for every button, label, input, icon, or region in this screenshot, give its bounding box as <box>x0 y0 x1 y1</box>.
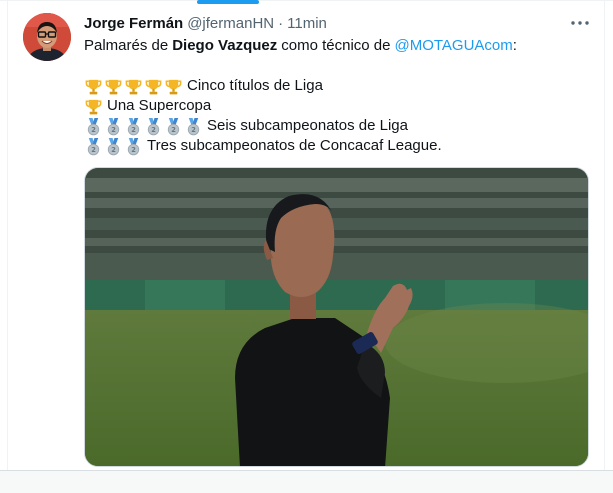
timeline-left-border <box>7 0 8 470</box>
second-place-medal-icon: 2 <box>104 117 123 136</box>
emoji-row <box>84 96 104 116</box>
second-place-medal-icon: 2 <box>164 117 183 136</box>
more-options-button[interactable] <box>566 12 594 34</box>
header-separator: · <box>278 15 284 32</box>
achievement-text: Una Supercopa <box>107 97 212 114</box>
timeline-new-tweets-indicator <box>197 0 259 4</box>
second-place-medal-icon: 2 <box>144 117 163 136</box>
timeline-right-border <box>604 0 605 470</box>
mention-link[interactable]: @MOTAGUAcom <box>394 36 512 56</box>
trophy-icon <box>164 77 183 96</box>
second-place-medal-icon: 2 <box>124 117 143 136</box>
second-place-medal-icon: 2 <box>84 117 103 136</box>
trophy-icon <box>104 77 123 96</box>
svg-text:2: 2 <box>131 145 136 153</box>
intro-text-after: : <box>512 37 517 54</box>
tweet-intro-line: Palmarés de Diego Vazquez como técnico d… <box>84 36 594 56</box>
tweet-timestamp[interactable]: 11min <box>287 14 327 34</box>
author-avatar[interactable] <box>23 13 71 61</box>
author-handle[interactable]: @jfermanHN <box>187 14 274 34</box>
trophy-icon <box>84 77 103 96</box>
svg-text:2: 2 <box>131 125 136 133</box>
more-dots-icon <box>571 21 589 25</box>
intro-name: Diego Vazquez <box>172 37 278 54</box>
svg-text:2: 2 <box>191 125 196 133</box>
avatar-photo <box>23 13 71 61</box>
svg-text:2: 2 <box>91 125 96 133</box>
emoji-row: 2 2 2 2 2 2 <box>84 116 204 136</box>
svg-text:2: 2 <box>91 145 96 153</box>
tweet-media-photo[interactable] <box>84 167 589 467</box>
tweet-header: Jorge Fermán @jfermanHN · 11min <box>84 14 327 34</box>
svg-text:2: 2 <box>111 125 116 133</box>
achievement-text: Seis subcampeonatos de Liga <box>207 117 408 134</box>
achievement-line-1: Cinco títulos de Liga <box>84 76 594 96</box>
trophy-icon <box>124 77 143 96</box>
second-place-medal-icon: 2 <box>104 137 123 156</box>
author-name[interactable]: Jorge Fermán <box>84 14 183 34</box>
emoji-row <box>84 76 184 96</box>
achievement-line-4: 2 2 2 Tres subcampeonatos de Concacaf Leag… <box>84 136 594 156</box>
achievement-text: Cinco títulos de Liga <box>187 77 323 94</box>
trophy-icon <box>84 97 103 116</box>
second-place-medal-icon: 2 <box>124 137 143 156</box>
intro-text-before: Palmarés de <box>84 37 169 54</box>
second-place-medal-icon: 2 <box>84 137 103 156</box>
tweet-text: Palmarés de Diego Vazquez como técnico d… <box>84 36 594 156</box>
coach-photo <box>85 168 588 466</box>
svg-text:2: 2 <box>171 125 176 133</box>
next-tweet-area <box>0 471 613 493</box>
emoji-row: 2 2 2 <box>84 136 144 156</box>
achievement-line-3: 2 2 2 2 2 2 Seis subcampeonatos de Liga <box>84 116 594 136</box>
svg-text:2: 2 <box>111 145 116 153</box>
intro-text-middle: como técnico de <box>281 37 391 54</box>
trophy-icon <box>144 77 163 96</box>
top-border <box>0 0 613 1</box>
achievement-text: Tres subcampeonatos de Concacaf League. <box>147 137 442 154</box>
second-place-medal-icon: 2 <box>184 117 203 136</box>
svg-text:2: 2 <box>151 125 156 133</box>
achievement-line-2: Una Supercopa <box>84 96 594 116</box>
